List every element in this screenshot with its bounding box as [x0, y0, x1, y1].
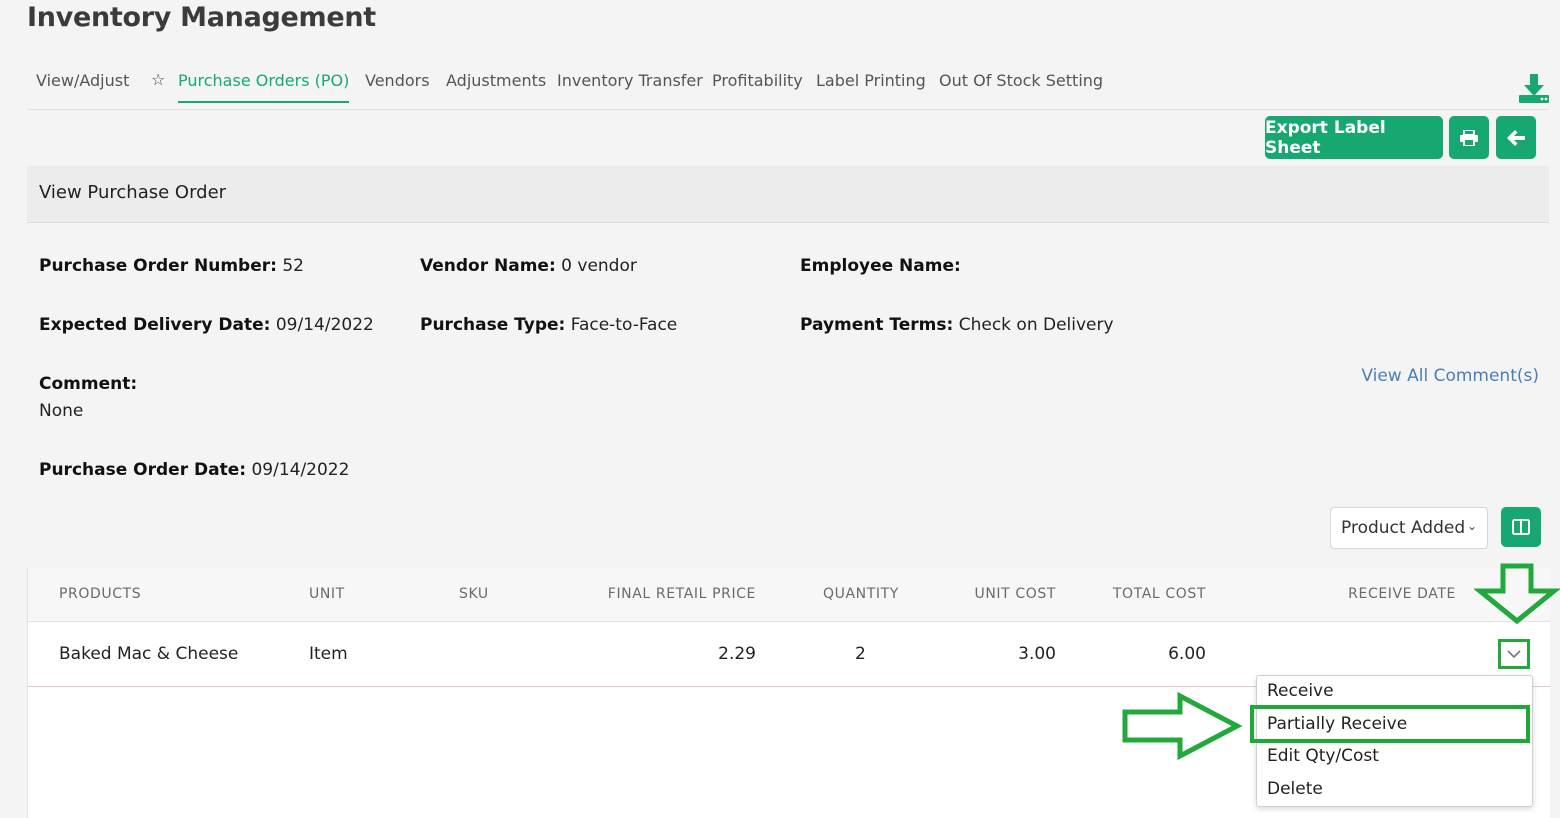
arrow-left-icon [1507, 129, 1525, 146]
product-filter-select[interactable]: Product Added ⌄ [1330, 507, 1488, 549]
vendor-name-label: Vendor Name: [420, 256, 556, 276]
tab-adjustments[interactable]: Adjustments [446, 71, 546, 90]
col-receive-date: RECEIVE DATE [1348, 586, 1456, 602]
page-title: Inventory Management [27, 2, 376, 33]
po-number: Purchase Order Number: 52 [39, 256, 304, 276]
view-all-comments-link[interactable]: View All Comment(s) [1361, 366, 1539, 386]
product-filter-value: Product Added [1341, 518, 1466, 538]
tab-bar: View/Adjust ☆ Purchase Orders (PO) Vendo… [27, 62, 1550, 110]
purchase-type-value: Face-to-Face [570, 315, 678, 335]
expected-delivery-date: Expected Delivery Date: 09/14/2022 [39, 315, 374, 335]
cell-quantity: 2 [855, 644, 866, 664]
card-title: View Purchase Order [39, 182, 227, 203]
tab-vendors[interactable]: Vendors [365, 71, 430, 90]
print-button[interactable] [1449, 116, 1489, 159]
menu-item-edit-qty-cost[interactable]: Edit Qty/Cost [1267, 746, 1379, 766]
comment-value: None [39, 401, 84, 421]
annotation-right-arrow-icon [1122, 692, 1242, 760]
col-products: PRODUCTS [59, 586, 142, 602]
purchase-type-label: Purchase Type: [420, 315, 566, 335]
cell-price: 2.29 [718, 644, 756, 664]
columns-toggle-button[interactable] [1501, 507, 1541, 547]
tab-label-printing[interactable]: Label Printing [816, 71, 926, 90]
col-total-cost: TOTAL COST [1112, 586, 1206, 602]
annotation-down-arrow-icon [1474, 563, 1560, 625]
cell-unit: Item [309, 644, 348, 664]
purchase-order-date: Purchase Order Date: 09/14/2022 [39, 460, 349, 480]
export-label-sheet-label: Export Label Sheet [1265, 117, 1386, 158]
star-icon[interactable]: ☆ [151, 70, 165, 89]
po-date-value: 09/14/2022 [251, 460, 350, 480]
tab-purchase-orders[interactable]: Purchase Orders (PO) [178, 71, 350, 103]
po-number-label: Purchase Order Number: [39, 256, 277, 276]
employee-name-label: Employee Name: [800, 256, 961, 276]
columns-icon [1512, 519, 1530, 535]
vendor-name: Vendor Name: 0 vendor [420, 256, 637, 276]
tab-out-of-stock-setting[interactable]: Out Of Stock Setting [939, 71, 1103, 90]
table-header: PRODUCTS UNIT SKU FINAL RETAIL PRICE QUA… [28, 568, 1550, 622]
purchase-type: Purchase Type: Face-to-Face [420, 315, 677, 335]
tab-profitability[interactable]: Profitability [712, 71, 803, 90]
expected-delivery-value: 09/14/2022 [275, 315, 374, 335]
col-unit: UNIT [309, 586, 345, 602]
payment-terms-label: Payment Terms: [800, 315, 954, 335]
cell-unit-cost: 3.00 [1018, 644, 1056, 664]
cell-product: Baked Mac & Cheese [59, 644, 239, 664]
menu-item-delete[interactable]: Delete [1267, 779, 1323, 799]
tab-inventory-transfer[interactable]: Inventory Transfer [557, 71, 703, 90]
employee-name: Employee Name: [800, 256, 961, 276]
col-unit-cost: UNIT COST [974, 586, 1056, 602]
tab-view-adjust[interactable]: View/Adjust [36, 71, 129, 90]
chevron-down-icon [1507, 649, 1521, 658]
card-header: View Purchase Order [27, 166, 1549, 223]
comment-label: Comment: [39, 374, 138, 394]
download-icon[interactable] [1518, 74, 1550, 104]
payment-terms-value: Check on Delivery [958, 315, 1114, 335]
cell-total-cost: 6.00 [1168, 644, 1206, 664]
col-quantity: QUANTITY [823, 586, 899, 602]
chevron-down-icon: ⌄ [1466, 519, 1477, 533]
vendor-name-value: 0 vendor [561, 256, 637, 276]
col-sku: SKU [459, 586, 489, 602]
print-icon [1460, 129, 1478, 146]
payment-terms: Payment Terms: Check on Delivery [800, 315, 1114, 335]
po-number-value: 52 [282, 256, 304, 276]
back-button[interactable] [1496, 116, 1536, 159]
col-final-retail-price: FINAL RETAIL PRICE [607, 586, 756, 602]
po-date-label: Purchase Order Date: [39, 460, 247, 480]
export-label-sheet-button[interactable]: Export Label Sheet [1265, 116, 1443, 159]
expected-delivery-label: Expected Delivery Date: [39, 315, 271, 335]
annotation-highlight-box [1250, 705, 1530, 743]
menu-item-receive[interactable]: Receive [1267, 681, 1334, 701]
row-actions-toggle[interactable] [1498, 639, 1530, 669]
